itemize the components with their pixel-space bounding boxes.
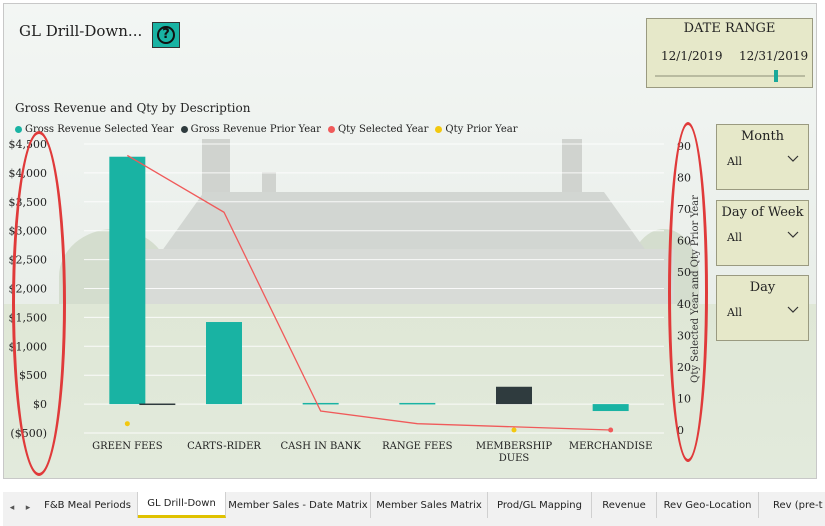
x-axis-category-label: MERCHANDISE [569, 441, 653, 452]
tab-rev-geo-location[interactable]: Rev Geo-Location [657, 492, 759, 518]
x-axis-category-label: DUES [499, 453, 530, 464]
triangle-right-icon[interactable]: ▸ [22, 503, 34, 513]
highlight-oval-left-axis [12, 131, 66, 476]
bar-gross-revenue-selected-year[interactable] [399, 402, 436, 405]
highlight-oval-right-axis [668, 122, 708, 462]
tab-fb-meal-periods[interactable]: F&B Meal Periods [38, 492, 138, 518]
bar-gross-revenue-selected-year[interactable] [206, 322, 242, 405]
tab-prod-gl-mapping[interactable]: Prod/GL Mapping [488, 492, 592, 518]
triangle-left-icon[interactable]: ◂ [6, 503, 18, 513]
x-axis-category-label: GREEN FEES [92, 441, 163, 452]
tab-member-sales-matrix[interactable]: Member Sales Matrix [371, 492, 488, 518]
page-tab-bar: ◂ ▸ F&B Meal Periods GL Drill-Down Membe… [3, 492, 825, 526]
point-qty-selected-year[interactable] [608, 427, 614, 433]
tab-revenue[interactable]: Revenue [592, 492, 657, 518]
x-axis-category-label: MEMBERSHIP [476, 441, 552, 452]
x-axis-category-label: RANGE FEES [382, 441, 453, 452]
x-axis-category-label: CARTS-RIDER [187, 441, 261, 452]
tab-navigation: ◂ ▸ [6, 496, 34, 520]
point-qty-prior-year[interactable] [124, 421, 130, 427]
bar-gross-revenue-selected-year[interactable] [109, 156, 146, 405]
point-qty-prior-year[interactable] [511, 427, 517, 433]
bar-gross-revenue-prior-year[interactable] [139, 403, 176, 406]
x-axis-category-label: CASH IN BANK [281, 441, 362, 452]
line-qty-selected-year[interactable] [127, 154, 611, 431]
bar-gross-revenue-selected-year[interactable] [592, 404, 629, 412]
tab-gl-drill-down[interactable]: GL Drill-Down [138, 492, 226, 518]
report-canvas: GL Drill-Down... ? DATE RANGE 12/1/2019 … [3, 3, 817, 479]
bar-gross-revenue-prior-year[interactable] [496, 386, 532, 405]
tab-rev-pre-t[interactable]: Rev (pre-t [759, 492, 825, 518]
tab-member-sales-date-matrix[interactable]: Member Sales - Date Matrix [226, 492, 371, 518]
bar-gross-revenue-selected-year[interactable] [302, 402, 339, 405]
